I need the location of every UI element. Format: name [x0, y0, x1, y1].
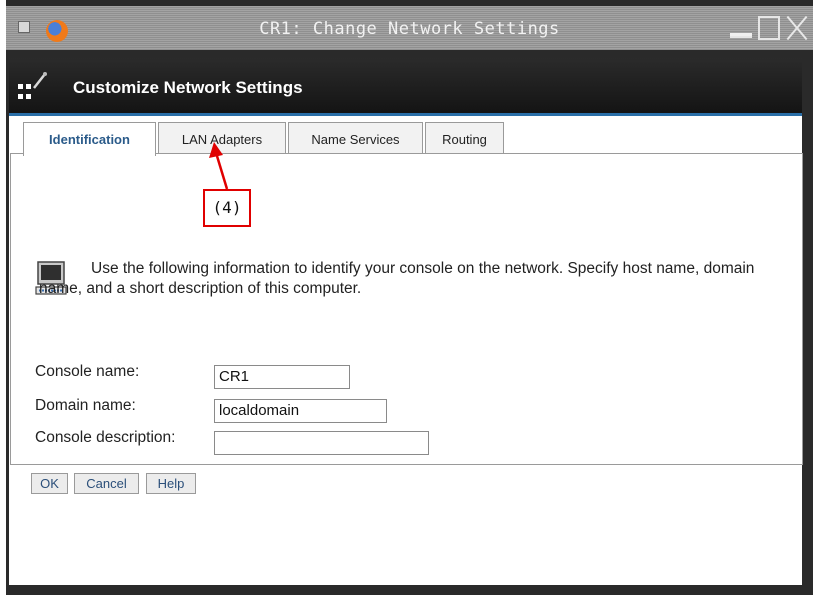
- domain-name-label: Domain name:: [35, 397, 136, 414]
- annotation-label: (4): [203, 189, 251, 227]
- console-name-input[interactable]: CR1: [214, 365, 350, 389]
- minimize-button[interactable]: [730, 16, 752, 38]
- annotation-arrow: [209, 142, 229, 190]
- window-title: CR1: Change Network Settings: [259, 19, 560, 39]
- console-description-input[interactable]: [214, 431, 429, 455]
- close-button[interactable]: [786, 16, 808, 40]
- console-name-label: Console name:: [35, 363, 140, 380]
- console-description-label: Console description:: [35, 429, 176, 446]
- domain-name-input[interactable]: localdomain: [214, 399, 387, 423]
- application-window: CR1: Change Network Settings Customize N…: [6, 0, 813, 595]
- dialog-content: Customize Network Settings Identificatio…: [9, 58, 803, 585]
- maximize-button[interactable]: [758, 16, 780, 40]
- tab-identification[interactable]: Identification: [23, 122, 156, 156]
- description-text: Use the following information to identif…: [39, 260, 755, 297]
- ok-button[interactable]: OK: [31, 473, 68, 494]
- cancel-button[interactable]: Cancel: [74, 473, 139, 494]
- title-bar[interactable]: CR1: Change Network Settings: [6, 6, 813, 50]
- help-button[interactable]: Help: [146, 473, 196, 494]
